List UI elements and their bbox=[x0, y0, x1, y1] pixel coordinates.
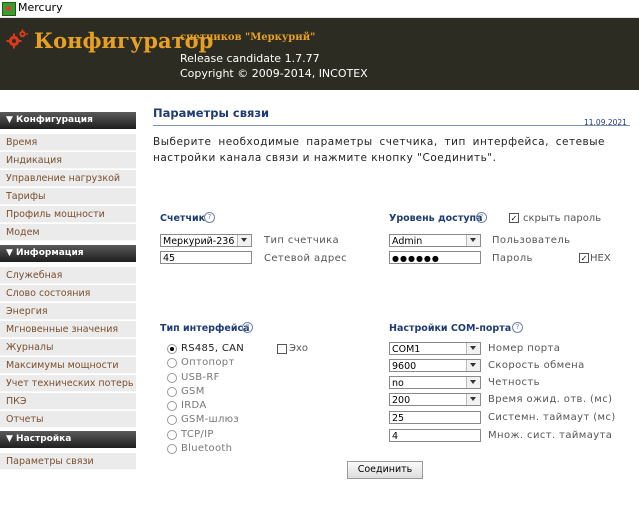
chevron-down-icon bbox=[466, 394, 480, 405]
password-label: Пароль bbox=[492, 253, 533, 264]
page-footer bbox=[0, 484, 639, 512]
user-value: Admin bbox=[392, 236, 423, 247]
sidebar-section-configuration[interactable]: ▼ Конфигурация bbox=[0, 112, 136, 129]
intro-text: Выберите необходимые параметры счетчика,… bbox=[153, 136, 605, 164]
meter-type-value: Меркурий-236 bbox=[163, 236, 235, 247]
sidebar-item-power-profile[interactable]: Профиль мощности bbox=[0, 206, 136, 223]
baud-rate-select[interactable]: 9600 bbox=[389, 359, 481, 372]
title-divider bbox=[153, 125, 630, 126]
meter-help-icon[interactable]: ? bbox=[204, 212, 215, 223]
com-port-select[interactable]: COM1 bbox=[389, 342, 481, 355]
network-address-input[interactable]: 45 bbox=[160, 251, 252, 264]
system-timeout-input[interactable]: 25 bbox=[389, 411, 481, 424]
timeout-multiplier-input[interactable]: 4 bbox=[389, 429, 481, 442]
sidebar-item-service[interactable]: Служебная bbox=[0, 267, 136, 284]
radio-bluetooth[interactable] bbox=[167, 444, 177, 454]
user-label: Пользователь bbox=[492, 235, 571, 246]
parity-select[interactable]: no bbox=[389, 376, 481, 389]
system-timeout-label: Системн. таймаут (мс) bbox=[488, 412, 616, 423]
hex-checkbox[interactable]: ✓ bbox=[579, 253, 589, 263]
hide-password-checkbox[interactable]: ✓ bbox=[509, 213, 519, 223]
timeout-multiplier-label: Множ. сист. таймаута bbox=[488, 430, 613, 441]
page-title: Параметры связи bbox=[153, 106, 270, 120]
brand-subtitle: счетчиков "Меркурий" bbox=[180, 32, 316, 43]
user-select[interactable]: Admin bbox=[389, 234, 481, 247]
access-group-label: Уровень доступа bbox=[389, 213, 483, 224]
release-info: Release candidate 1.7.77 bbox=[180, 52, 320, 65]
com-port-label: Номер порта bbox=[488, 343, 561, 354]
sidebar-item-power-maximums[interactable]: Максимумы мощности bbox=[0, 357, 136, 374]
sidebar-item-indication[interactable]: Индикация bbox=[0, 152, 136, 169]
sidebar-item-journals[interactable]: Журналы bbox=[0, 339, 136, 356]
chevron-down-icon bbox=[466, 235, 480, 246]
radio-bluetooth-label: Bluetooth bbox=[181, 443, 233, 454]
radio-rs485-label: RS485, CAN bbox=[181, 343, 245, 354]
chevron-down-icon bbox=[237, 235, 251, 246]
parity-value: no bbox=[392, 378, 404, 389]
chevron-down-icon bbox=[466, 343, 480, 354]
radio-usb-rf-label: USB-RF bbox=[181, 372, 220, 383]
sidebar-item-reports[interactable]: Отчеты bbox=[0, 411, 136, 428]
sidebar-item-pke[interactable]: ПКЭ bbox=[0, 393, 136, 410]
radio-optoport-label: Оптопорт bbox=[181, 357, 235, 368]
radio-tcpip-label: TCP/IP bbox=[181, 429, 214, 440]
hex-label: HEX bbox=[590, 253, 611, 264]
sidebar-item-status-word[interactable]: Слово состояния bbox=[0, 285, 136, 302]
app-icon bbox=[2, 2, 16, 16]
sidebar-section-settings[interactable]: ▼ Настройка bbox=[0, 431, 136, 448]
baud-rate-value: 9600 bbox=[392, 361, 417, 372]
sidebar-item-energy[interactable]: Энергия bbox=[0, 303, 136, 320]
chevron-down-icon bbox=[466, 360, 480, 371]
radio-gsm[interactable] bbox=[167, 387, 177, 397]
radio-optoport[interactable] bbox=[167, 358, 177, 368]
echo-label: Эхо bbox=[289, 343, 309, 354]
baud-rate-label: Скорость обмена bbox=[488, 360, 585, 371]
window-title: Mercury bbox=[18, 1, 63, 14]
radio-gsm-label: GSM bbox=[181, 386, 205, 397]
meter-type-label: Тип счетчика bbox=[264, 235, 340, 246]
sidebar-section-information[interactable]: ▼ Информация bbox=[0, 245, 136, 262]
com-port-value: COM1 bbox=[392, 344, 421, 355]
access-help-icon[interactable]: ? bbox=[476, 212, 487, 223]
interface-group-label: Тип интерфейса bbox=[160, 323, 250, 334]
radio-usb-rf[interactable] bbox=[167, 373, 177, 383]
meter-group-label: Счетчик bbox=[160, 213, 206, 224]
hide-password-label: скрыть пароль bbox=[523, 213, 602, 224]
chevron-down-icon bbox=[466, 377, 480, 388]
connect-button[interactable]: Соединить bbox=[347, 461, 423, 479]
sidebar-item-tariffs[interactable]: Тарифы bbox=[0, 188, 136, 205]
copyright: Copyright © 2009-2014, INCOTEX bbox=[180, 67, 368, 80]
radio-gsm-gateway[interactable] bbox=[167, 415, 177, 425]
network-address-label: Сетевой адрес bbox=[264, 253, 348, 264]
response-timeout-select[interactable]: 200 bbox=[389, 393, 481, 406]
radio-irda-label: IRDA bbox=[181, 400, 207, 411]
echo-checkbox[interactable] bbox=[277, 344, 287, 354]
radio-irda[interactable] bbox=[167, 401, 177, 411]
sidebar-item-time[interactable]: Время bbox=[0, 134, 136, 151]
radio-tcpip[interactable] bbox=[167, 430, 177, 440]
gears-icon bbox=[6, 29, 28, 49]
interface-help-icon[interactable]: ? bbox=[242, 322, 253, 333]
sidebar-item-load-control[interactable]: Управление нагрузкой bbox=[0, 170, 136, 187]
sidebar-item-technical-losses[interactable]: Учет технических потерь bbox=[0, 375, 136, 392]
com-group-label: Настройки COM-порта bbox=[389, 323, 512, 334]
password-input[interactable]: ●●●●●● bbox=[389, 251, 481, 264]
window-titlebar bbox=[0, 0, 639, 18]
response-timeout-label: Время ожид. отв. (мс) bbox=[488, 394, 613, 405]
radio-gsm-gateway-label: GSM-шлюз bbox=[181, 414, 240, 425]
com-help-icon[interactable]: ? bbox=[512, 322, 523, 333]
parity-label: Четность bbox=[488, 377, 540, 388]
radio-rs485[interactable] bbox=[167, 344, 177, 354]
sidebar-item-connection-params[interactable]: Параметры связи bbox=[0, 453, 136, 470]
response-timeout-value: 200 bbox=[392, 395, 411, 406]
sidebar-item-modem[interactable]: Модем bbox=[0, 224, 136, 241]
meter-type-select[interactable]: Меркурий-236 bbox=[160, 234, 252, 247]
app-header: Конфигуратор счетчиков "Меркурий" Releas… bbox=[0, 18, 639, 90]
sidebar-item-instant-values[interactable]: Мгновенные значения bbox=[0, 321, 136, 338]
